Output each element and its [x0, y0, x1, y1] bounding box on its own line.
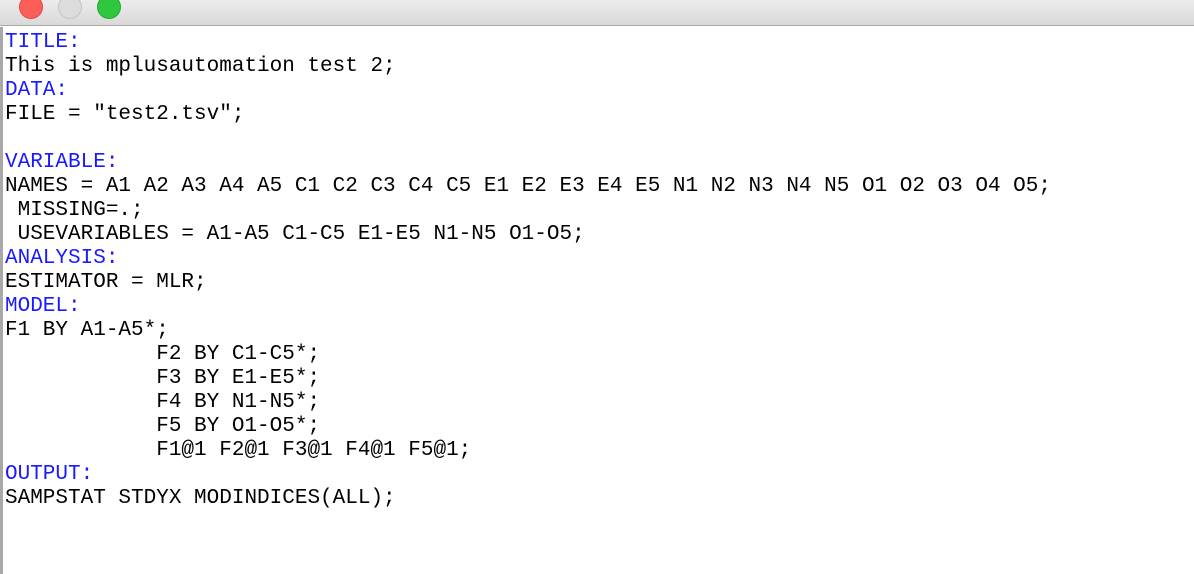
code-line: USEVARIABLES = A1-A5 C1-C5 E1-E5 N1-N5 O…: [5, 223, 585, 246]
section-keyword-line: TITLE:: [5, 31, 81, 54]
section-keyword-line: ANALYSIS:: [5, 247, 119, 270]
code-line: F4 BY N1-N5*;: [5, 391, 321, 414]
code-line: F1 BY A1-A5*;: [5, 319, 169, 342]
section-keyword-line: MODEL:: [5, 295, 81, 318]
editor-window: TITLE: This is mplusautomation test 2; DAT…: [0, 0, 1194, 574]
minimize-button[interactable]: [58, 0, 82, 19]
section-keyword-line: VARIABLE:: [5, 151, 119, 174]
section-keyword-line: OUTPUT:: [5, 463, 94, 486]
section-keyword-line: DATA:: [5, 79, 69, 102]
editor-text-area[interactable]: TITLE: This is mplusautomation test 2; DAT…: [5, 31, 1051, 511]
code-line: ESTIMATOR = MLR;: [5, 271, 207, 294]
zoom-button[interactable]: [97, 0, 121, 19]
code-line: F5 BY O1-O5*;: [5, 415, 321, 438]
title-bar[interactable]: [0, 0, 1194, 26]
code-line: MISSING=.;: [5, 199, 144, 222]
code-line: F2 BY C1-C5*;: [5, 343, 321, 366]
code-line: FILE = "test2.tsv";: [5, 103, 245, 126]
code-line: SAMPSTAT STDYX MODINDICES(ALL);: [5, 487, 396, 510]
close-button[interactable]: [19, 0, 43, 19]
code-line: F1@1 F2@1 F3@1 F4@1 F5@1;: [5, 439, 472, 462]
text-editor[interactable]: TITLE: This is mplusautomation test 2; DAT…: [0, 27, 1194, 574]
code-line: This is mplusautomation test 2;: [5, 55, 396, 78]
code-line: NAMES = A1 A2 A3 A4 A5 C1 C2 C3 C4 C5 E1…: [5, 175, 1051, 198]
code-line: F3 BY E1-E5*;: [5, 367, 321, 390]
